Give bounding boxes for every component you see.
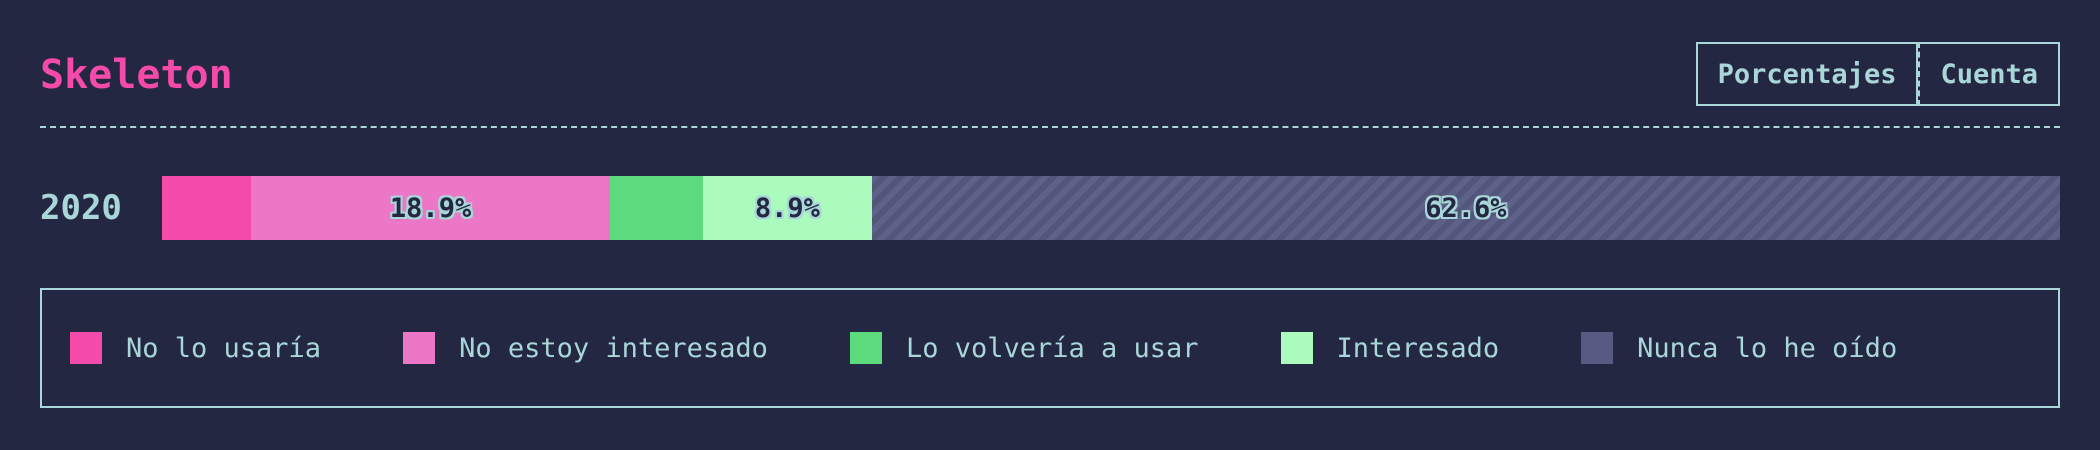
bar-segment-value-label: 18.9% (389, 192, 472, 224)
bar-segment-1[interactable] (162, 176, 252, 240)
category-label: 2020 (40, 188, 122, 228)
legend-swatch (1280, 332, 1313, 364)
legend-swatch (849, 332, 882, 364)
legend-item[interactable]: Nunca lo he oído (1581, 332, 1897, 364)
legend-label: Nunca lo he oído (1637, 332, 1898, 364)
bar-segment-5[interactable]: 62.6% (871, 176, 2060, 240)
chart-title: Skeleton (40, 52, 233, 98)
legend-item[interactable]: No lo usaría (70, 332, 321, 364)
percentages-toggle-button[interactable]: Porcentajes (1698, 44, 1919, 104)
bar-segment-value-label: 62.6% (1425, 192, 1507, 224)
legend-label: Lo volvería a usar (905, 332, 1199, 364)
chart-row: 2020 18.9% 8.9% 62.6% (40, 176, 2060, 240)
stacked-bar: 18.9% 8.9% 62.6% (162, 176, 2060, 240)
count-toggle-button[interactable]: Cuenta (1918, 42, 2060, 106)
legend-label: No lo usaría (126, 332, 322, 364)
legend-swatch (70, 332, 102, 364)
legend-item[interactable]: No estoy interesado (403, 332, 768, 364)
bar-segment-2[interactable]: 18.9% (251, 176, 610, 240)
bar-segment-3[interactable] (609, 176, 703, 240)
legend: No lo usaría No estoy interesado Lo volver… (40, 288, 2060, 408)
header-divider (40, 126, 2060, 128)
bar-segment-value-label: 8.9% (754, 192, 820, 224)
legend-item[interactable]: Lo volvería a usar (849, 332, 1199, 364)
legend-item[interactable]: Interesado (1280, 332, 1500, 364)
view-toggle: Porcentajes Cuenta (1695, 42, 2060, 106)
legend-label: Interesado (1336, 332, 1500, 364)
chart-header: Skeleton Porcentajes Cuenta (40, 40, 2060, 128)
legend-swatch (1581, 332, 1614, 364)
bar-segment-4[interactable]: 8.9% (702, 176, 872, 240)
legend-swatch (403, 332, 436, 364)
legend-label: No estoy interesado (459, 332, 768, 364)
